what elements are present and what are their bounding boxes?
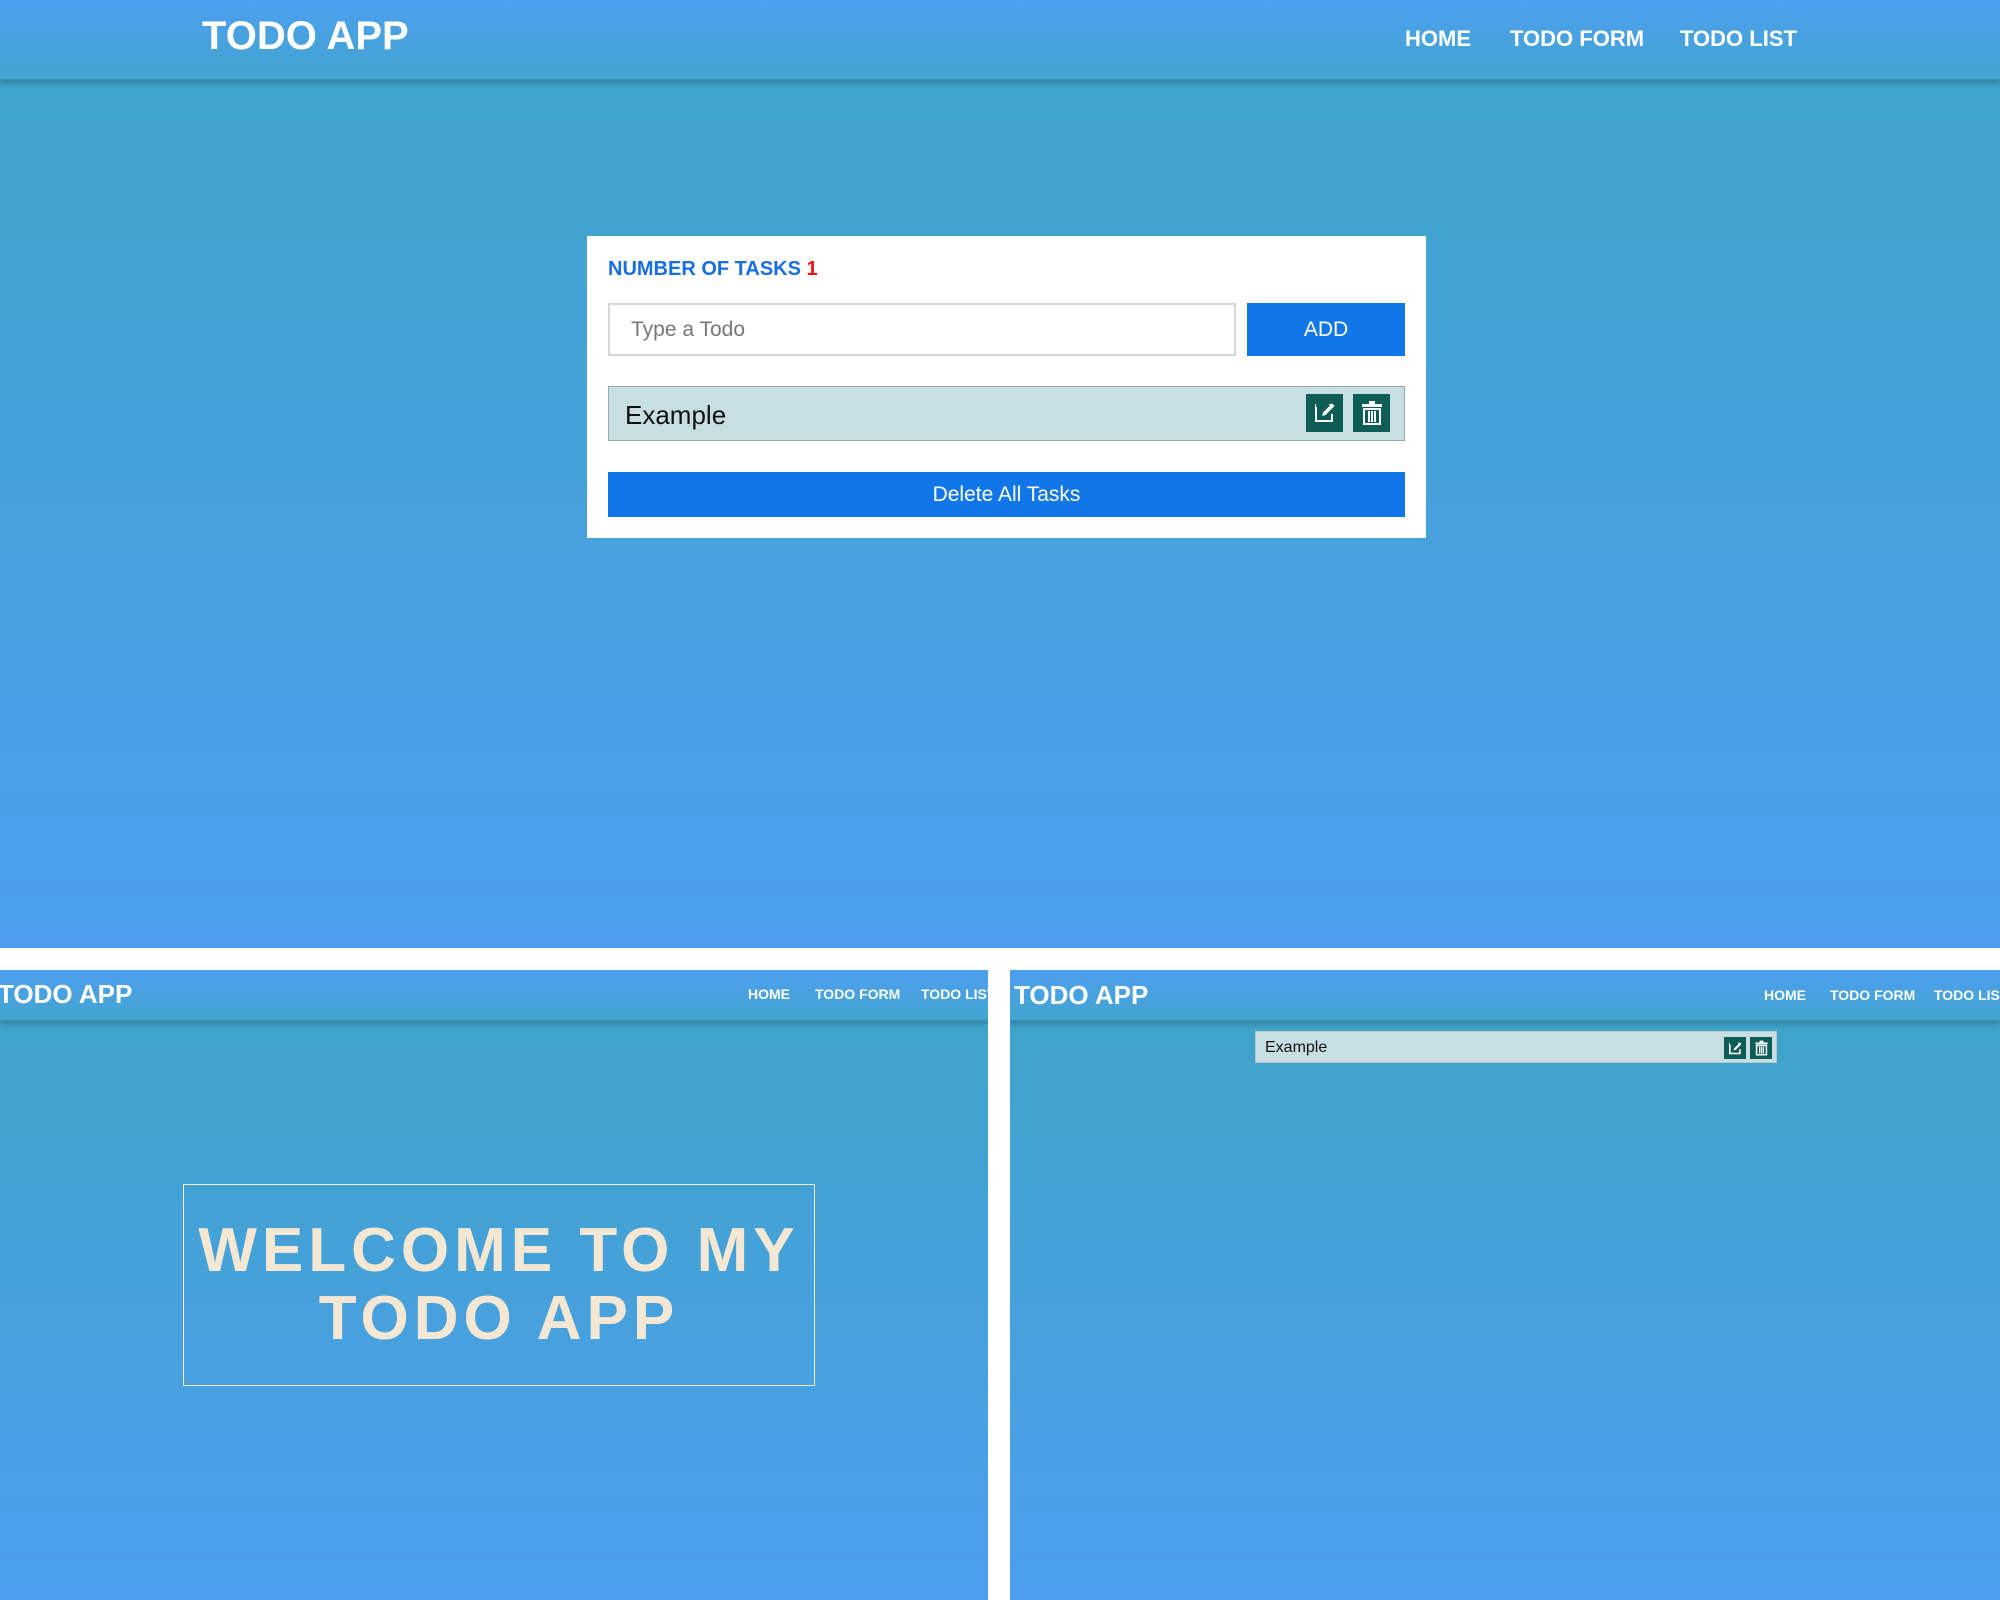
edit-icon[interactable]	[1724, 1037, 1746, 1059]
nav-todo-form[interactable]: TODO FORM	[815, 986, 900, 1002]
trash-icon[interactable]	[1353, 394, 1390, 432]
nav-todo-form[interactable]: TODO FORM	[1510, 26, 1644, 52]
welcome-title: WELCOME TO MY TODO APP	[198, 1217, 799, 1353]
add-button[interactable]: ADD	[1247, 303, 1405, 356]
task-count-label: NUMBER OF TASKS	[608, 258, 801, 280]
navbar: TODO APP HOME TODO FORM TODO LIST	[0, 970, 988, 1021]
welcome-line-1: WELCOME TO MY	[198, 1216, 800, 1285]
brand-logo[interactable]: TODO APP	[0, 979, 132, 1010]
nav-home[interactable]: HOME	[1764, 987, 1806, 1003]
todo-input[interactable]	[608, 303, 1236, 356]
nav-todo-list[interactable]: TODO LIST	[1680, 26, 1797, 52]
navbar: TODO APP HOME TODO FORM TODO LIST	[1010, 970, 2000, 1021]
brand-logo[interactable]: TODO APP	[1014, 980, 1148, 1011]
welcome-box: WELCOME TO MY TODO APP	[183, 1184, 815, 1386]
todo-item-text: Example	[625, 400, 727, 430]
task-count-value: 1	[806, 258, 818, 280]
brand-logo[interactable]: TODO APP	[202, 14, 409, 59]
todo-item: Example	[1255, 1031, 1777, 1063]
nav-todo-list[interactable]: TODO LIST	[921, 986, 988, 1002]
task-count: NUMBER OF TASKS 1	[608, 258, 818, 281]
navbar: TODO APP HOME TODO FORM TODO LIST	[0, 0, 2000, 80]
todo-item-text: Example	[1265, 1039, 1328, 1056]
nav-todo-list[interactable]: TODO LIST	[1934, 987, 2000, 1003]
todo-form-screen: TODO APP HOME TODO FORM TODO LIST NUMBER…	[0, 0, 2000, 948]
delete-all-button[interactable]: Delete All Tasks	[608, 472, 1405, 517]
nav-home[interactable]: HOME	[1405, 26, 1471, 52]
todo-list-screen: TODO APP HOME TODO FORM TODO LIST Exampl…	[1010, 970, 2000, 1600]
todo-card: NUMBER OF TASKS 1 ADD Example	[587, 236, 1426, 538]
edit-icon[interactable]	[1306, 394, 1343, 432]
home-screen: TODO APP HOME TODO FORM TODO LIST WELCOM…	[0, 970, 988, 1600]
todo-item: Example	[608, 386, 1405, 441]
welcome-line-2: TODO APP	[318, 1284, 680, 1353]
nav-todo-form[interactable]: TODO FORM	[1830, 987, 1915, 1003]
trash-icon[interactable]	[1750, 1037, 1772, 1059]
nav-home[interactable]: HOME	[748, 986, 790, 1002]
